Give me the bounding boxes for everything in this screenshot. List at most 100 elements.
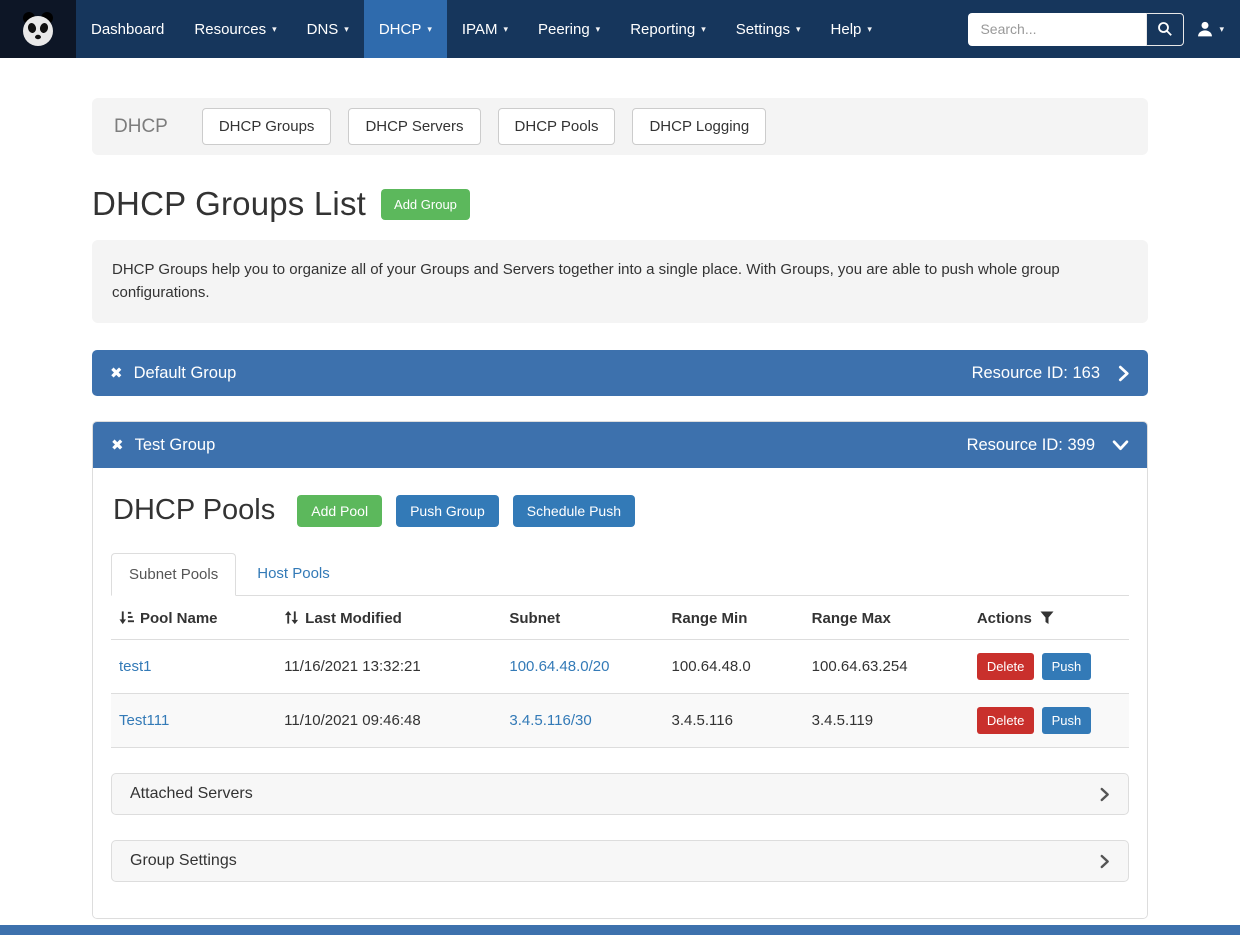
filter-icon[interactable]: [1040, 611, 1054, 625]
caret-down-icon: ▾: [1219, 25, 1224, 34]
group-name: Test Group: [135, 436, 216, 455]
subnet-pools-table: Pool Name Last Modified Subnet Range Min: [111, 596, 1129, 748]
range-max-cell: 3.4.5.119: [804, 694, 969, 748]
pools-title: DHCP Pools: [113, 494, 275, 527]
delete-button[interactable]: Delete: [977, 707, 1035, 734]
title-row: DHCP Groups List Add Group: [92, 185, 1148, 223]
tab-subnet-pools[interactable]: Subnet Pools: [111, 553, 236, 596]
dhcp-logging-button[interactable]: DHCP Logging: [632, 108, 766, 145]
nav-item-dashboard[interactable]: Dashboard: [76, 0, 179, 58]
push-button[interactable]: Push: [1042, 653, 1092, 680]
caret-down-icon: ▾: [503, 25, 508, 34]
pools-heading-row: DHCP Pools Add Pool Push Group Schedule …: [113, 494, 1129, 527]
caret-down-icon: ▾: [344, 25, 349, 34]
pool-tabs: Subnet Pools Host Pools: [111, 553, 1129, 596]
nav-label: Reporting: [630, 21, 695, 38]
group-settings-bar[interactable]: Group Settings: [111, 840, 1129, 882]
user-menu[interactable]: ▾: [1196, 20, 1224, 38]
add-pool-button[interactable]: Add Pool: [297, 495, 382, 527]
group-header-test[interactable]: ✖ Test Group Resource ID: 399: [93, 422, 1147, 468]
dhcp-pools-button[interactable]: DHCP Pools: [498, 108, 616, 145]
col-label: Pool Name: [140, 610, 218, 627]
subnet-link[interactable]: 3.4.5.116/30: [509, 712, 591, 729]
close-icon[interactable]: ✖: [111, 438, 124, 453]
nav-item-dhcp[interactable]: DHCP▾: [364, 0, 447, 58]
range-min-cell: 3.4.5.116: [664, 694, 804, 748]
range-max-cell: 100.64.63.254: [804, 640, 969, 694]
dhcp-section-toolbar: DHCP DHCP Groups DHCP Servers DHCP Pools…: [92, 98, 1148, 155]
panda-icon: [18, 9, 58, 49]
col-label: Actions: [977, 610, 1032, 627]
attached-servers-bar[interactable]: Attached Servers: [111, 773, 1129, 815]
nav-item-settings[interactable]: Settings ▾: [721, 0, 816, 58]
main-nav: Dashboard Resources▾ DNS▾ DHCP▾ IPAM▾ Pe…: [76, 0, 887, 58]
table-row: test1 11/16/2021 13:32:21 100.64.48.0/20…: [111, 640, 1129, 694]
col-label: Range Max: [812, 610, 891, 627]
navbar-right: ▾: [968, 0, 1240, 58]
nav-item-peering[interactable]: Peering▾: [523, 0, 615, 58]
app-logo[interactable]: [0, 0, 76, 58]
close-icon[interactable]: ✖: [110, 366, 123, 381]
schedule-push-button[interactable]: Schedule Push: [513, 495, 635, 527]
nav-label: Dashboard: [91, 21, 164, 38]
caret-down-icon: ▾: [596, 25, 601, 34]
nav-item-dns[interactable]: DNS ▾: [292, 0, 364, 58]
footer-bar: [0, 925, 1240, 935]
dhcp-groups-button[interactable]: DHCP Groups: [202, 108, 332, 145]
add-group-button[interactable]: Add Group: [381, 189, 470, 220]
resource-id-label: Resource ID: 163: [972, 364, 1100, 383]
nav-label: Resources: [194, 21, 266, 38]
chevron-right-icon: [1117, 365, 1130, 382]
nav-label: DNS: [307, 21, 339, 38]
search-group: [968, 13, 1184, 46]
nav-label: DHCP: [379, 21, 422, 38]
chevron-down-icon: [1112, 439, 1129, 452]
nav-item-resources[interactable]: Resources▾: [179, 0, 291, 58]
dhcp-servers-button[interactable]: DHCP Servers: [348, 108, 480, 145]
search-input[interactable]: [968, 13, 1146, 46]
col-header-last-modified[interactable]: Last Modified: [276, 596, 501, 640]
subnet-link[interactable]: 100.64.48.0/20: [509, 658, 609, 675]
col-label: Range Min: [672, 610, 748, 627]
collapse-label: Group Settings: [130, 852, 237, 870]
pool-name-link[interactable]: Test111: [119, 712, 169, 729]
section-title: DHCP: [114, 116, 168, 138]
caret-down-icon: ▾: [796, 25, 801, 34]
delete-button[interactable]: Delete: [977, 653, 1035, 680]
page-description: DHCP Groups help you to organize all of …: [92, 240, 1148, 323]
top-navbar: Dashboard Resources▾ DNS▾ DHCP▾ IPAM▾ Pe…: [0, 0, 1240, 58]
nav-item-ipam[interactable]: IPAM ▾: [447, 0, 523, 58]
nav-label: IPAM: [462, 21, 498, 38]
chevron-right-icon: [1099, 854, 1110, 869]
page-title: DHCP Groups List: [92, 185, 366, 223]
group-header-default[interactable]: ✖ Default Group Resource ID: 163: [92, 350, 1148, 396]
range-min-cell: 100.64.48.0: [664, 640, 804, 694]
table-header-row: Pool Name Last Modified Subnet Range Min: [111, 596, 1129, 640]
tab-host-pools[interactable]: Host Pools: [240, 553, 347, 595]
table-row: Test111 11/10/2021 09:46:48 3.4.5.116/30…: [111, 694, 1129, 748]
col-header-pool-name[interactable]: Pool Name: [111, 596, 276, 640]
user-icon: [1196, 20, 1214, 38]
col-label: Subnet: [509, 610, 560, 627]
chevron-right-icon: [1099, 787, 1110, 802]
col-header-actions: Actions: [969, 596, 1129, 640]
col-header-range-max: Range Max: [804, 596, 969, 640]
col-header-subnet: Subnet: [501, 596, 663, 640]
resource-id-label: Resource ID: 399: [967, 436, 1095, 455]
caret-down-icon: ▾: [701, 25, 706, 34]
col-label: Last Modified: [305, 610, 402, 627]
last-modified-cell: 11/10/2021 09:46:48: [276, 694, 501, 748]
last-modified-cell: 11/16/2021 13:32:21: [276, 640, 501, 694]
collapse-label: Attached Servers: [130, 785, 253, 803]
nav-item-reporting[interactable]: Reporting ▾: [615, 0, 721, 58]
pool-name-link[interactable]: test1: [119, 658, 152, 675]
push-button[interactable]: Push: [1042, 707, 1092, 734]
group-name: Default Group: [134, 364, 237, 383]
caret-down-icon: ▾: [867, 25, 872, 34]
nav-item-help[interactable]: Help▾: [816, 0, 887, 58]
search-button[interactable]: [1146, 13, 1184, 46]
push-group-button[interactable]: Push Group: [396, 495, 499, 527]
col-header-range-min: Range Min: [664, 596, 804, 640]
search-icon: [1157, 21, 1173, 37]
nav-label: Settings: [736, 21, 790, 38]
